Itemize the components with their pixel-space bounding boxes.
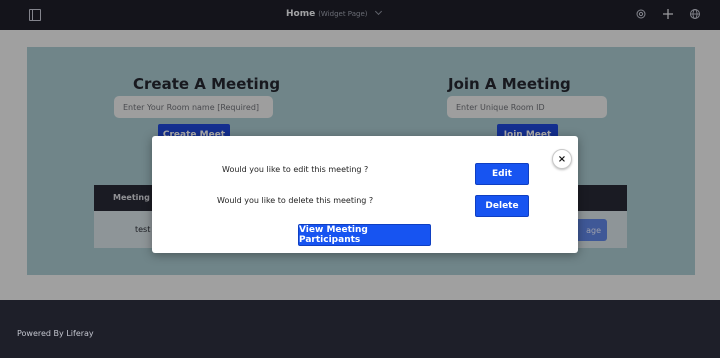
close-icon[interactable]: × <box>552 149 572 169</box>
footer-credit: Powered By Liferay <box>17 329 94 338</box>
delete-button[interactable]: Delete <box>475 195 529 217</box>
edit-button[interactable]: Edit <box>475 163 529 185</box>
view-participants-button[interactable]: View Meeting Participants <box>298 224 431 246</box>
footer: Powered By Liferay <box>0 300 720 358</box>
meeting-options-dialog: × Would you like to edit this meeting ? … <box>152 136 578 253</box>
delete-question-text: Would you like to delete this meeting ? <box>217 196 374 205</box>
edit-question-text: Would you like to edit this meeting ? <box>222 165 369 174</box>
